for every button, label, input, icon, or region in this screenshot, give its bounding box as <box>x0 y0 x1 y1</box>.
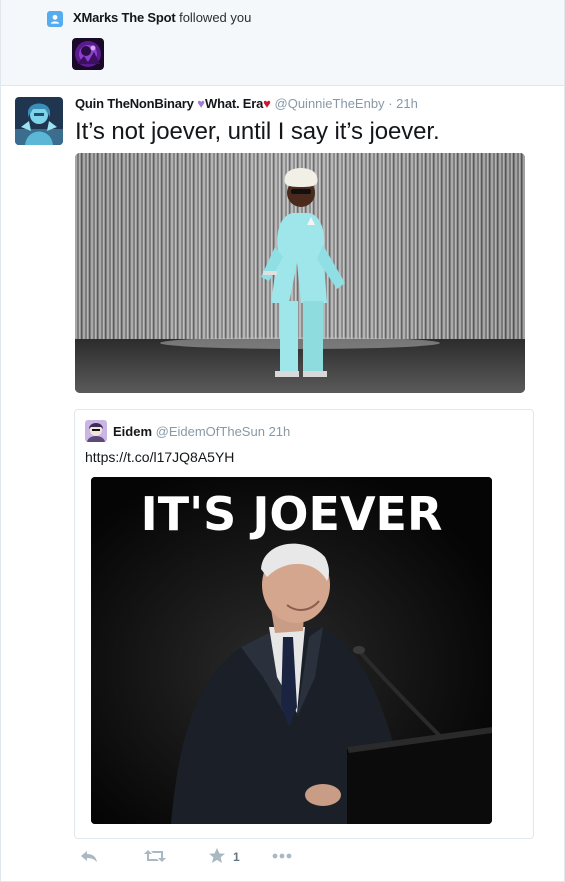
follow-action-text: followed you <box>175 10 252 25</box>
tweet-header: Quin TheNonBinary ♥What. Era♥ @QuinnieTh… <box>75 96 418 111</box>
quoted-tweet-link[interactable]: https://t.co/l17JQ8A5YH <box>85 449 234 465</box>
quoted-tweet-timestamp[interactable]: 21h <box>269 424 291 439</box>
meme-caption: IT'S JOEVER <box>140 487 443 541</box>
quoted-author-avatar[interactable] <box>85 420 107 442</box>
more-icon[interactable] <box>271 846 293 870</box>
follow-notification[interactable]: XMarks The Spot followed you <box>0 0 565 86</box>
author-name[interactable]: Quin TheNonBinary <box>75 96 194 111</box>
follower-name[interactable]: XMarks The Spot <box>73 10 176 25</box>
red-heart-icon: ♥ <box>263 96 271 111</box>
tweet-actions: 1 <box>75 846 375 870</box>
quoted-tweet-media-image[interactable]: IT'S JOEVER <box>91 477 492 824</box>
tweet-text: It’s not joever, until I say it’s joever… <box>75 118 440 145</box>
person-follow-icon <box>47 11 63 27</box>
follow-text: XMarks The Spot followed you <box>73 10 251 25</box>
tweet-timestamp[interactable]: · 21h <box>388 96 418 111</box>
tweet-media-image[interactable] <box>75 153 525 393</box>
author-avatar[interactable] <box>15 97 63 145</box>
like-star-icon[interactable] <box>207 846 227 870</box>
quoted-tweet-header: Eidem @EidemOfTheSun 21h <box>113 424 290 439</box>
purple-heart-icon: ♥ <box>197 96 206 111</box>
quoted-author-handle[interactable]: @EidemOfTheSun <box>156 424 265 439</box>
quoted-author-name[interactable]: Eidem <box>113 424 152 439</box>
author-handle[interactable]: @QuinnieTheEnby <box>275 96 385 111</box>
quoted-tweet[interactable]: Eidem @EidemOfTheSun 21h https://t.co/l1… <box>74 409 534 839</box>
tweet[interactable]: Quin TheNonBinary ♥What. Era♥ @QuinnieTh… <box>0 86 565 882</box>
author-name-suffix[interactable]: What. Era <box>205 96 263 111</box>
retweet-icon[interactable] <box>143 846 167 870</box>
reply-icon[interactable] <box>79 846 99 870</box>
follower-avatar[interactable] <box>72 38 104 70</box>
like-count: 1 <box>233 850 240 864</box>
